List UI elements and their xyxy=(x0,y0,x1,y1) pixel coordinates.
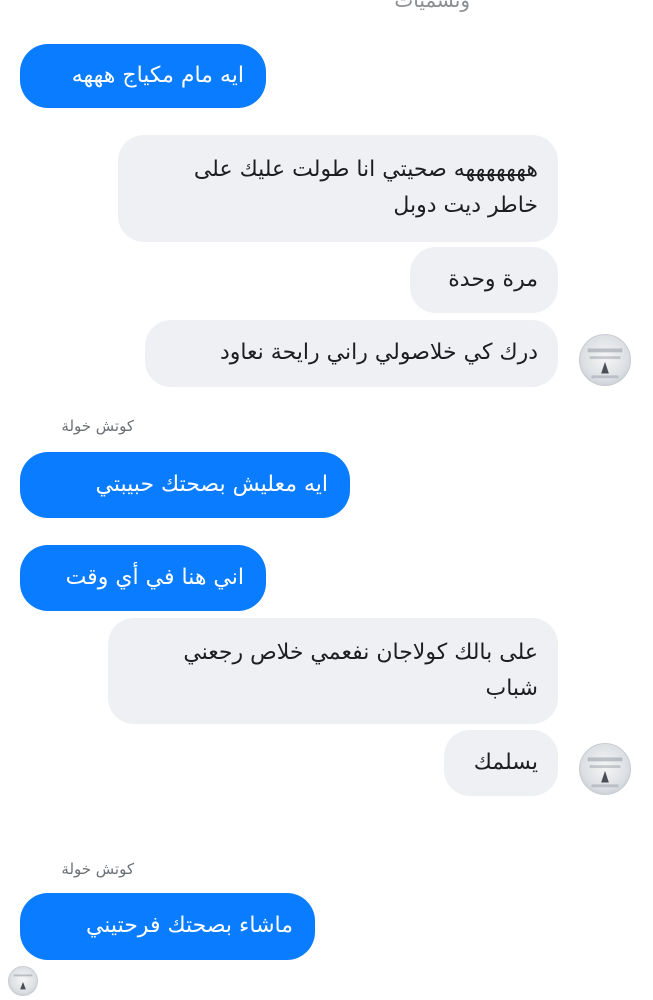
message-text: اني هنا في أي وقت xyxy=(65,565,244,590)
message-text: درك كي خلاصولي راني رايحة نعاود xyxy=(219,340,538,365)
message-text: ايه مام مكياج هههه xyxy=(71,63,244,88)
message-text: ماشاء بصحتك فرحتيني xyxy=(85,913,293,938)
received-message[interactable]: هههههههه صحيتي انا طولت عليك على خاطر دي… xyxy=(118,135,558,242)
profile-avatar-icon[interactable] xyxy=(8,966,38,996)
message-text: ايه معليش بصحتك حبيبتي xyxy=(95,472,328,497)
sent-message[interactable]: ماشاء بصحتك فرحتيني xyxy=(20,893,315,960)
message-text: مرة وحدة xyxy=(448,267,538,292)
message-text-line: هههههههه صحيتي انا طولت عليك على xyxy=(193,157,538,182)
received-message[interactable]: يسلمك xyxy=(444,730,558,796)
sent-message[interactable]: ايه معليش بصحتك حبيبتي xyxy=(20,452,350,518)
profile-avatar-icon[interactable] xyxy=(579,743,631,795)
sender-name: كوتش خولة xyxy=(61,417,134,435)
top-partial-text: وتسميات xyxy=(394,0,470,12)
profile-avatar-icon[interactable] xyxy=(579,334,631,386)
message-text: يسلمك xyxy=(473,750,538,775)
received-message[interactable]: مرة وحدة xyxy=(410,247,558,313)
message-text-line: على بالك كولاجان نفعمي خلاص رجعني xyxy=(183,640,538,665)
sender-name: كوتش خولة xyxy=(61,860,134,878)
received-message[interactable]: على بالك كولاجان نفعمي خلاص رجعني شباب xyxy=(108,618,558,724)
sent-message[interactable]: ايه مام مكياج هههه xyxy=(20,44,266,108)
message-text-line: شباب xyxy=(485,676,539,701)
message-text-line: خاطر ديت دوبل xyxy=(393,193,538,218)
received-message[interactable]: درك كي خلاصولي راني رايحة نعاود xyxy=(145,320,558,387)
sent-message[interactable]: اني هنا في أي وقت xyxy=(20,545,266,611)
